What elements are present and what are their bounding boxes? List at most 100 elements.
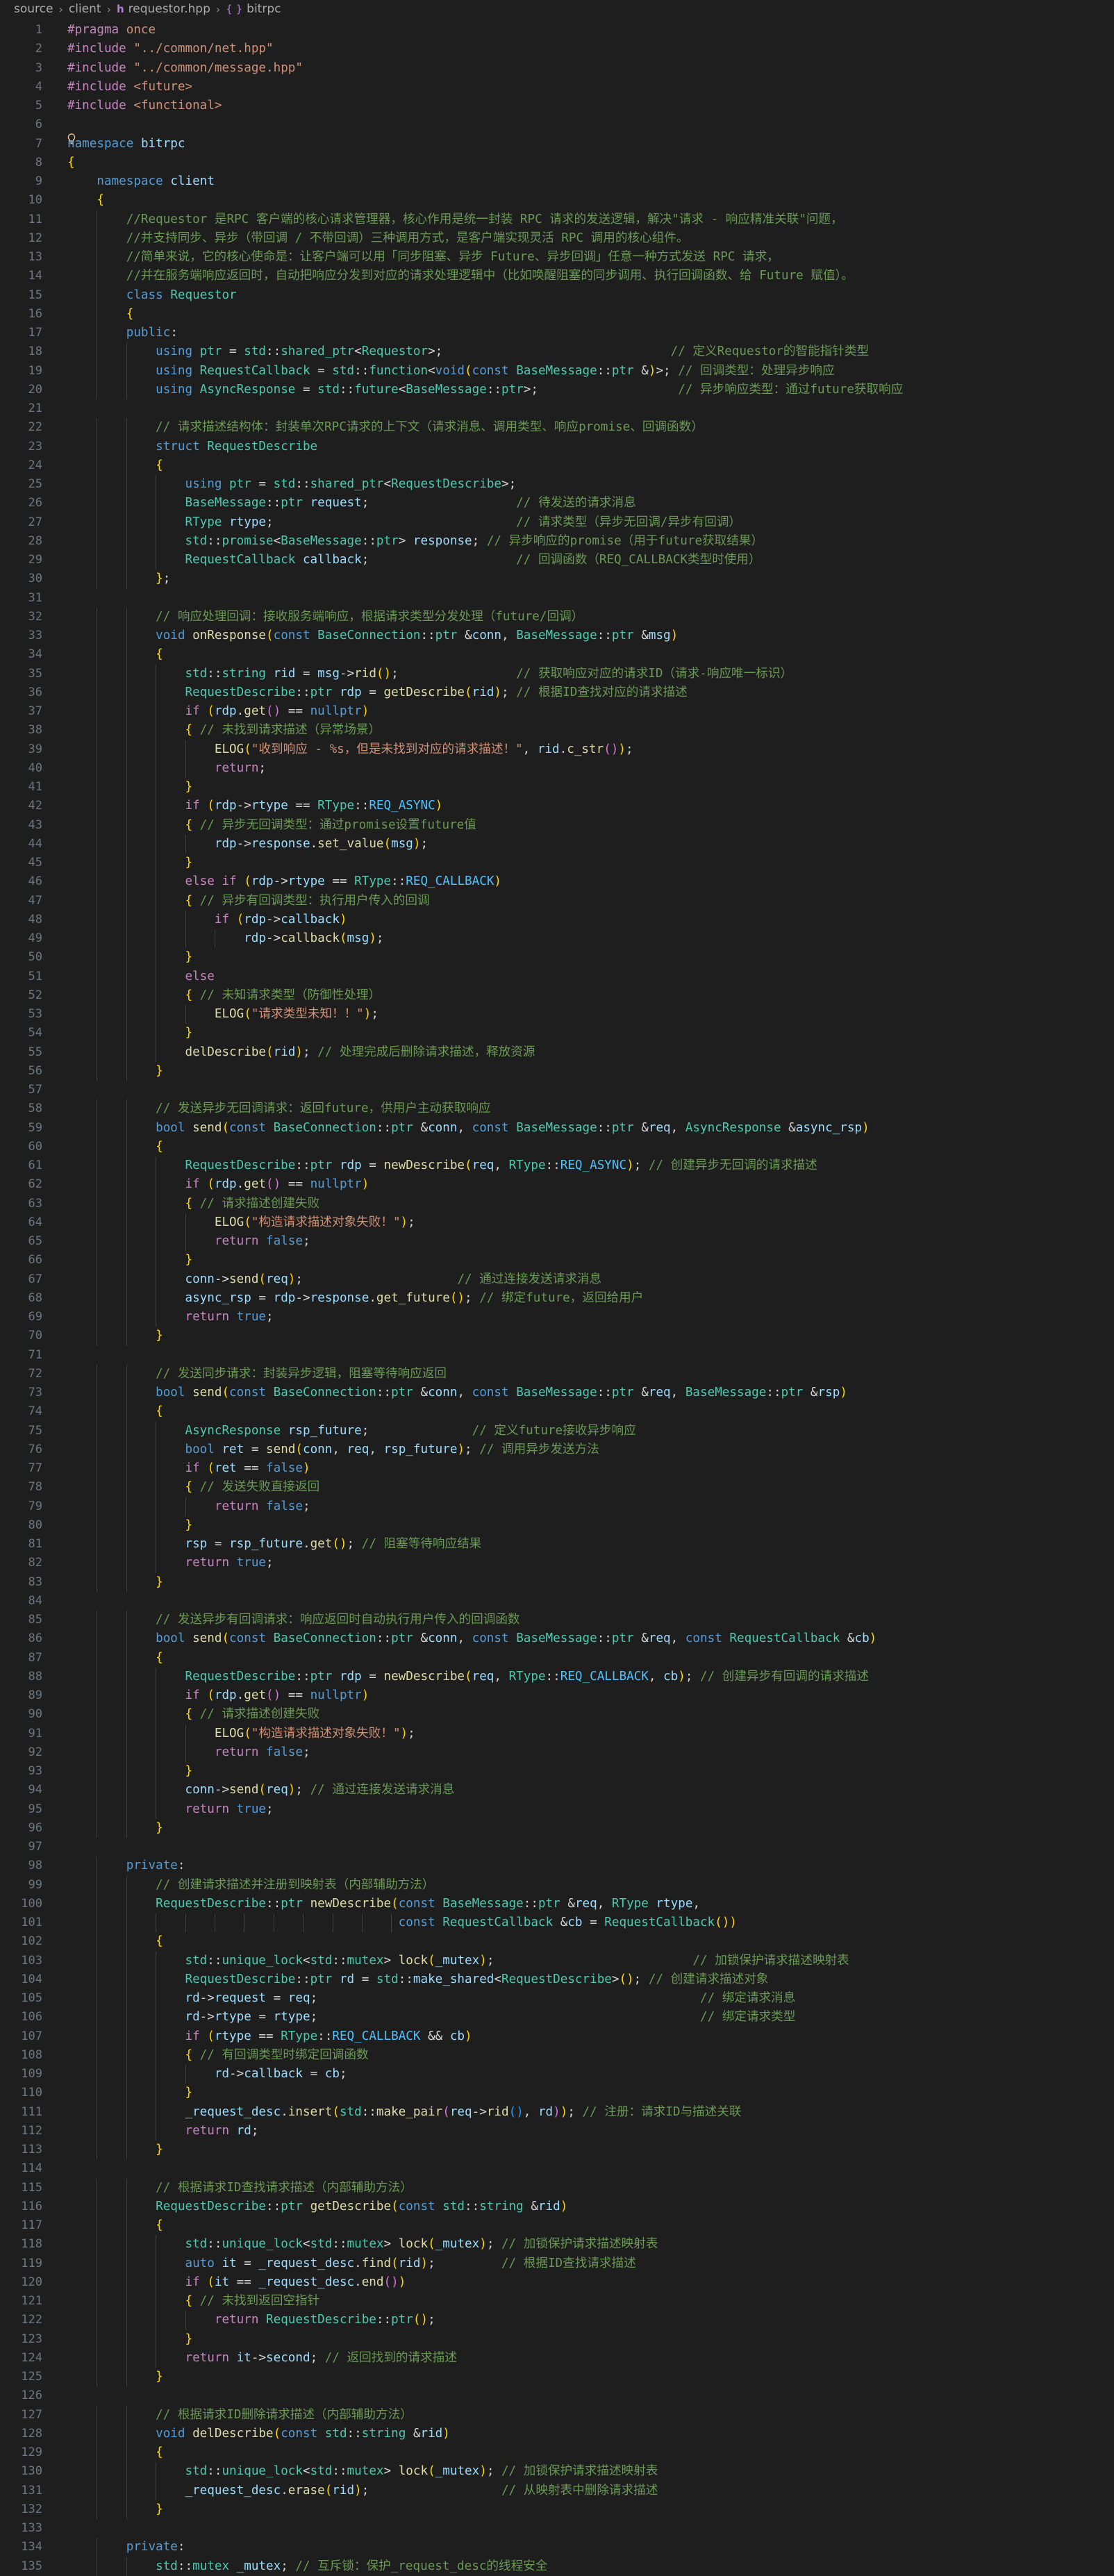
code-line[interactable]: { [67, 456, 1114, 475]
code-line[interactable]: RequestDescribe::ptr getDescribe(const s… [67, 2197, 1114, 2216]
code-line[interactable]: std::unique_lock<std::mutex> lock(_mutex… [67, 2462, 1114, 2481]
code-line[interactable]: return rd; [67, 2122, 1114, 2141]
code-line[interactable]: if (it == _request_desc.end()) [67, 2273, 1114, 2292]
code-line[interactable]: RequestDescribe::ptr rdp = newDescribe(r… [67, 1668, 1114, 1686]
code-line[interactable]: rsp = rsp_future.get(); // 阻塞等待响应结果 [67, 1535, 1114, 1554]
code-line[interactable]: { // 发送失败直接返回 [67, 1478, 1114, 1497]
code-line[interactable]: bool send(const BaseConnection::ptr &con… [67, 1629, 1114, 1648]
code-line[interactable]: conn->send(req); // 通过连接发送请求消息 [67, 1270, 1114, 1289]
code-line[interactable]: } [67, 2141, 1114, 2159]
code-line[interactable]: rdp->callback(msg); [67, 929, 1114, 948]
code-line[interactable]: { // 异步无回调类型：通过promise设置future值 [67, 816, 1114, 835]
code-line[interactable]: if (rdp.get() == nullptr) [67, 1686, 1114, 1705]
code-line[interactable]: { // 请求描述创建失败 [67, 1705, 1114, 1724]
code-line[interactable]: return RequestDescribe::ptr(); [67, 2311, 1114, 2329]
code-line[interactable]: if (rdp.get() == nullptr) [67, 1175, 1114, 1194]
code-line[interactable]: ELOG("请求类型未知！！"); [67, 1005, 1114, 1024]
code-line[interactable]: } [67, 2368, 1114, 2386]
code-line[interactable]: { // 请求描述创建失败 [67, 1195, 1114, 1213]
code-line[interactable]: public: [67, 324, 1114, 342]
code-line[interactable]: // 请求描述结构体：封装单次RPC请求的上下文（请求消息、调用类型、响应pro… [67, 418, 1114, 437]
code-line[interactable]: { [67, 645, 1114, 664]
code-line[interactable]: std::unique_lock<std::mutex> lock(_mutex… [67, 2235, 1114, 2254]
code-line[interactable]: std::string rid = msg->rid(); // 获取响应对应的… [67, 665, 1114, 683]
code-line[interactable]: rd->rtype = rtype; // 绑定请求类型 [67, 2008, 1114, 2027]
code-line[interactable]: namespace bitrpc [67, 135, 1114, 153]
code-line[interactable]: //并在服务端响应返回时，自动把响应分发到对应的请求处理逻辑中（比如唤醒阻塞的同… [67, 267, 1114, 285]
code-line[interactable]: //并支持同步、异步（带回调 / 不带回调）三种调用方式，是客户端实现灵活 RP… [67, 229, 1114, 248]
code-line[interactable]: std::unique_lock<std::mutex> lock(_mutex… [67, 1952, 1114, 1970]
code-line[interactable]: std::promise<BaseMessage::ptr> response;… [67, 532, 1114, 551]
breadcrumb-item[interactable]: source [14, 2, 53, 16]
code-line[interactable]: BaseMessage::ptr request; // 待发送的请求消息 [67, 494, 1114, 513]
code-line[interactable]: } [67, 1819, 1114, 1838]
code-line[interactable]: // 根据请求ID查找请求描述（内部辅助方法） [67, 2179, 1114, 2197]
code-line[interactable]: RequestCallback callback; // 回调函数（REQ_CA… [67, 551, 1114, 570]
code-line[interactable]: // 根据请求ID删除请求描述（内部辅助方法） [67, 2406, 1114, 2425]
code-line[interactable]: if (rdp->rtype == RType::REQ_ASYNC) [67, 797, 1114, 815]
breadcrumb-item[interactable]: client [69, 2, 101, 16]
code-line[interactable]: } [67, 2330, 1114, 2349]
code-line[interactable]: else [67, 967, 1114, 986]
code-line[interactable]: return; [67, 759, 1114, 778]
code-line[interactable]: void onResponse(const BaseConnection::pt… [67, 626, 1114, 645]
code-line[interactable]: #include <future> [67, 78, 1114, 97]
code-line[interactable]: } [67, 1516, 1114, 1535]
code-line[interactable]: bool send(const BaseConnection::ptr &con… [67, 1383, 1114, 1402]
code-line[interactable]: bool send(const BaseConnection::ptr &con… [67, 1119, 1114, 1138]
code-line[interactable]: struct RequestDescribe [67, 438, 1114, 456]
code-line[interactable]: // 响应处理回调：接收服务端响应，根据请求类型分发处理（future/回调） [67, 608, 1114, 626]
code-line[interactable]: ELOG("构造请求描述对象失败！"); [67, 1213, 1114, 1232]
code-line[interactable]: { // 未找到返回空指针 [67, 2292, 1114, 2311]
code-line[interactable]: AsyncResponse rsp_future; // 定义future接收异… [67, 1422, 1114, 1440]
code-line[interactable]: { [67, 2443, 1114, 2462]
code-line[interactable]: namespace client [67, 172, 1114, 191]
code-line[interactable]: if (ret == false) [67, 1459, 1114, 1478]
code-line[interactable]: } [67, 1024, 1114, 1042]
code-line[interactable]: // 发送异步有回调请求：响应返回时自动执行用户传入的回调函数 [67, 1611, 1114, 1629]
code-line[interactable]: return false; [67, 1232, 1114, 1251]
code-line[interactable]: void delDescribe(const std::string &rid) [67, 2425, 1114, 2443]
code-line[interactable]: } [67, 778, 1114, 797]
code-line[interactable]: { [67, 153, 1114, 172]
code-line[interactable]: private: [67, 1856, 1114, 1875]
code-line[interactable]: auto it = _request_desc.find(rid); // 根据… [67, 2254, 1114, 2273]
code-line[interactable]: { [67, 1649, 1114, 1668]
code-line[interactable]: const RequestCallback &cb = RequestCallb… [67, 1913, 1114, 1932]
code-line[interactable]: } [67, 2500, 1114, 2519]
code-line[interactable]: } [67, 1327, 1114, 1345]
code-line[interactable]: { [67, 1138, 1114, 1156]
code-line[interactable]: //简单来说，它的核心使命是：让客户端可以用「同步阻塞、异步 Future、异步… [67, 248, 1114, 267]
code-line[interactable]: #pragma once [67, 21, 1114, 40]
code-line[interactable]: rd->request = req; // 绑定请求消息 [67, 1989, 1114, 2008]
code-line[interactable]: using RequestCallback = std::function<vo… [67, 362, 1114, 381]
code-line[interactable]: if (rdp.get() == nullptr) [67, 702, 1114, 721]
code-line[interactable]: return it->second; // 返回找到的请求描述 [67, 2349, 1114, 2368]
code-line[interactable]: conn->send(req); // 通过连接发送请求消息 [67, 1781, 1114, 1800]
code-line[interactable]: using AsyncResponse = std::future<BaseMe… [67, 381, 1114, 399]
code-line[interactable]: return true; [67, 1800, 1114, 1819]
code-line[interactable]: { [67, 191, 1114, 210]
code-line[interactable]: //Requestor 是RPC 客户端的核心请求管理器，核心作用是统一封装 R… [67, 210, 1114, 229]
code-line[interactable]: { // 异步有回调类型：执行用户传入的回调 [67, 892, 1114, 911]
code-line[interactable]: else if (rdp->rtype == RType::REQ_CALLBA… [67, 872, 1114, 891]
code-line[interactable]: { // 未知请求类型（防御性处理） [67, 986, 1114, 1005]
code-line[interactable]: RequestDescribe::ptr rdp = getDescribe(r… [67, 683, 1114, 702]
code-line[interactable]: { [67, 1402, 1114, 1421]
code-line[interactable]: return false; [67, 1743, 1114, 1762]
code-line[interactable]: RequestDescribe::ptr newDescribe(const B… [67, 1895, 1114, 1913]
code-line[interactable]: return true; [67, 1308, 1114, 1327]
code-line[interactable]: return true; [67, 1554, 1114, 1572]
code-line[interactable]: { [67, 2216, 1114, 2235]
code-line[interactable]: RType rtype; // 请求类型（异步无回调/异步有回调） [67, 513, 1114, 532]
code-line[interactable]: } [67, 948, 1114, 967]
code-line[interactable]: private: [67, 2538, 1114, 2557]
breadcrumb-item[interactable]: requestor.hpp [128, 2, 210, 16]
code-line[interactable]: bool ret = send(conn, req, rsp_future); … [67, 1440, 1114, 1459]
code-line[interactable]: } [67, 1762, 1114, 1781]
code-line[interactable]: } [67, 1573, 1114, 1592]
code-line[interactable]: class Requestor [67, 286, 1114, 305]
code-line[interactable]: } [67, 2084, 1114, 2102]
code-line[interactable]: using ptr = std::shared_ptr<Requestor>; … [67, 342, 1114, 361]
code-line[interactable]: rd->callback = cb; [67, 2065, 1114, 2084]
